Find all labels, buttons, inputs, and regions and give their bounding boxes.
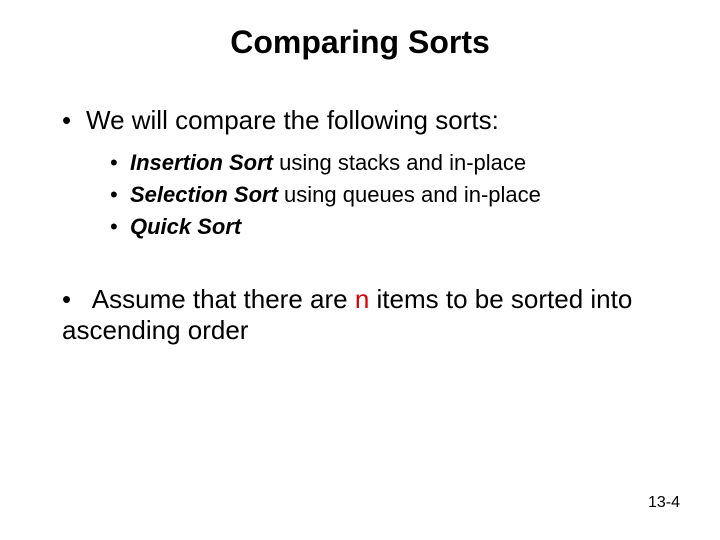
sort-list: •Insertion Sort using stacks and in-plac… — [50, 150, 670, 240]
bullet-icon: • — [62, 105, 86, 136]
sort-name: Selection Sort — [130, 182, 278, 207]
intro-text: We will compare the following sorts: — [86, 105, 499, 135]
assume-text: • Assume that there are n items to be so… — [62, 284, 670, 346]
slide-title: Comparing Sorts — [50, 24, 670, 61]
assume-block: • Assume that there are n items to be so… — [50, 284, 670, 346]
list-item: •Selection Sort using queues and in-plac… — [110, 182, 670, 208]
bullet-icon: • — [110, 150, 130, 176]
sort-name: Insertion Sort — [130, 150, 273, 175]
list-item: •Insertion Sort using stacks and in-plac… — [110, 150, 670, 176]
n-variable: n — [355, 284, 369, 314]
intro-bullet: •We will compare the following sorts: — [50, 105, 670, 136]
page-number: 13-4 — [648, 494, 680, 512]
assume-before: Assume that there are — [86, 284, 355, 314]
sort-name: Quick Sort — [130, 214, 241, 239]
bullet-icon: • — [110, 214, 130, 240]
list-item: •Quick Sort — [110, 214, 670, 240]
sort-detail: using queues and in-place — [278, 182, 541, 207]
bullet-icon: • — [110, 182, 130, 208]
sort-detail: using stacks and in-place — [273, 150, 526, 175]
bullet-icon: • — [62, 284, 86, 315]
